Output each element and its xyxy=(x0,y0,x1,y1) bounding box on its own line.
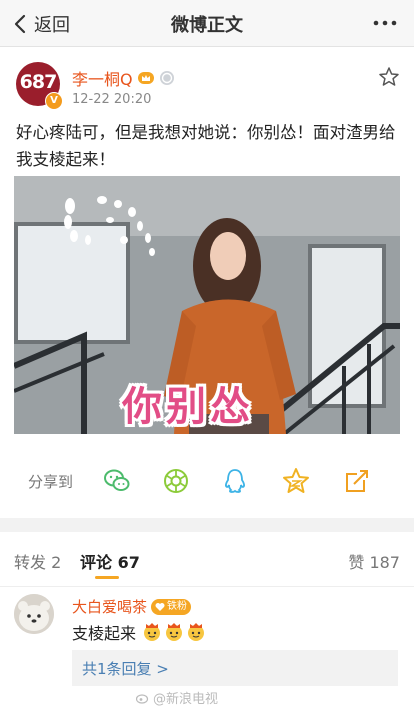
share-label: 分享到 xyxy=(28,473,74,491)
heart-icon xyxy=(155,602,165,611)
crown-emoji-icon xyxy=(188,623,205,641)
page-title: 微博正文 xyxy=(171,15,243,36)
tab-comments[interactable]: 评论 67 xyxy=(80,549,140,573)
crown-badge-icon[interactable] xyxy=(137,70,155,86)
view-replies-link[interactable]: 共1条回复 > xyxy=(82,658,169,679)
wechat-icon[interactable] xyxy=(102,466,132,496)
bear-avatar-icon xyxy=(14,594,54,634)
tab-active-indicator xyxy=(95,576,119,579)
post-text: 好心疼陆可，但是我想对她说：你别怂！面对渣男给我支棱起来！ xyxy=(16,123,396,169)
avatar-text: 687 xyxy=(19,71,58,93)
reply-preview-box[interactable]: 共1条回复 > xyxy=(72,650,398,686)
comment-item: 大白爱喝茶 铁粉 支棱起来 共1条回复 > @新浪电视 xyxy=(0,590,414,707)
fan-badge[interactable]: 铁粉 xyxy=(151,598,192,615)
more-icon[interactable] xyxy=(372,14,398,32)
post-media[interactable]: 你别怂 xyxy=(14,176,400,434)
medal-badge-icon[interactable] xyxy=(159,70,175,86)
tab-bar: 转发 2 评论 67 赞 187 xyxy=(0,532,414,587)
comment-text: 支棱起来 xyxy=(72,624,137,643)
commenter-name[interactable]: 大白爱喝茶 xyxy=(72,596,147,617)
post-time: 12-22 20:20 xyxy=(72,92,152,107)
commenter-row: 大白爱喝茶 铁粉 xyxy=(72,596,192,617)
media-sticker-text: 你别怂 xyxy=(122,384,254,430)
tab-likes[interactable]: 赞 187 xyxy=(348,549,400,573)
fan-badge-label: 铁粉 xyxy=(167,600,188,612)
star-icon[interactable] xyxy=(378,66,400,88)
moments-icon[interactable] xyxy=(161,466,191,496)
top-nav-bar: 返回 微博正文 xyxy=(0,0,414,47)
tab-repost[interactable]: 转发 2 xyxy=(14,549,61,573)
section-divider xyxy=(0,518,414,532)
verified-badge-icon: V xyxy=(45,92,63,110)
weibo-logo-icon xyxy=(136,693,149,704)
crown-emoji-icon xyxy=(144,623,161,641)
commenter-avatar[interactable] xyxy=(14,594,54,634)
qq-icon[interactable] xyxy=(220,466,250,496)
crown-emoji-icon xyxy=(166,623,183,641)
edit-share-icon[interactable] xyxy=(342,466,372,496)
qzone-icon[interactable] xyxy=(281,466,311,496)
comment-content: 支棱起来 xyxy=(72,620,206,644)
author-row: 李一桐Q xyxy=(72,66,175,90)
share-bar: 分享到 xyxy=(0,458,414,504)
author-name[interactable]: 李一桐Q xyxy=(72,66,133,90)
